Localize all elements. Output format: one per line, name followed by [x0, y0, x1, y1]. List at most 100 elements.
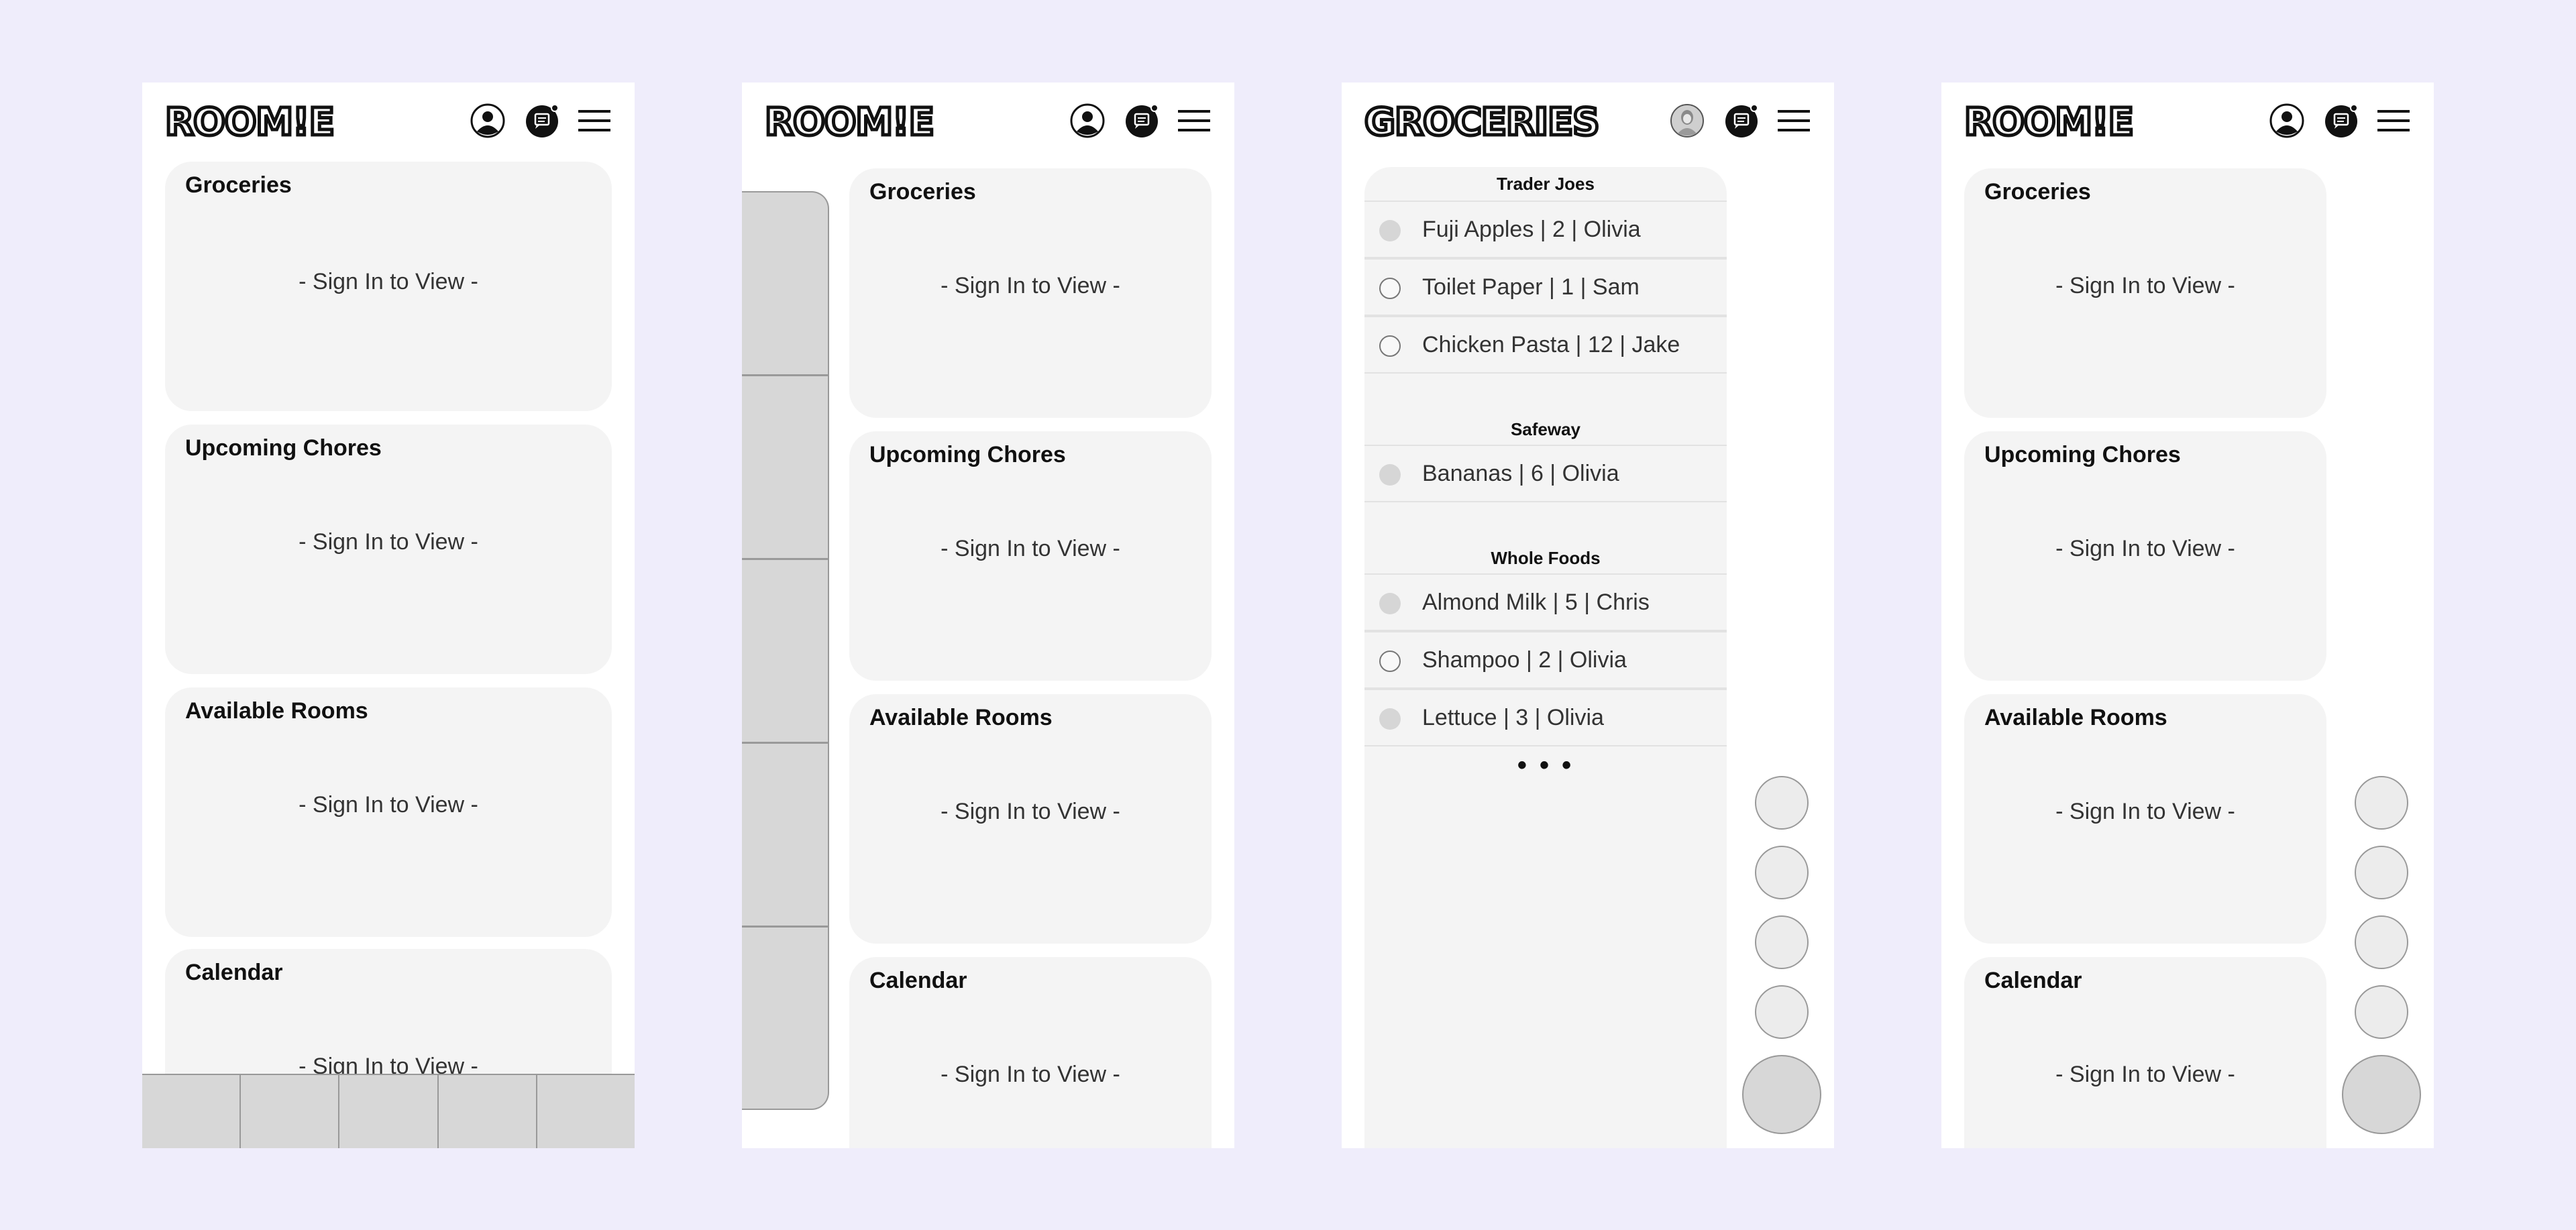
sign-in-message: - Sign In to View -: [2055, 536, 2235, 561]
sign-in-message: - Sign In to View -: [941, 273, 1120, 298]
grocery-item-text: Lettuce | 3 | Olivia: [1422, 705, 1604, 730]
drawer-item[interactable]: [742, 560, 828, 744]
sign-in-message: - Sign In to View -: [2055, 799, 2235, 824]
card-title: Upcoming Chores: [185, 435, 382, 461]
sign-in-message: - Sign In to View -: [2055, 1062, 2235, 1087]
card-title: Calendar: [1984, 968, 2082, 993]
check-circle-icon[interactable]: [1379, 464, 1401, 486]
card-title: Calendar: [185, 960, 283, 985]
action-button[interactable]: [2355, 985, 2408, 1039]
grocery-item[interactable]: Lettuce | 3 | Olivia: [1364, 689, 1727, 746]
app-logo: ROOM!E: [164, 99, 337, 146]
bottom-nav-bar: [142, 1074, 635, 1148]
screen-1: ROOM!E Groceries - Sign In to View - Upc…: [142, 82, 635, 1148]
menu-icon[interactable]: [577, 103, 613, 139]
card-title: Calendar: [869, 968, 967, 993]
menu-icon[interactable]: [2376, 103, 2412, 139]
main-action-button[interactable]: [2342, 1055, 2421, 1134]
rooms-card[interactable]: Available Rooms - Sign In to View -: [1964, 694, 2326, 944]
header: ROOM!E: [142, 82, 635, 156]
nav-tab[interactable]: [339, 1075, 439, 1148]
grocery-item[interactable]: Shampoo | 2 | Olivia: [1364, 631, 1727, 689]
action-button[interactable]: [1755, 915, 1809, 969]
calendar-card[interactable]: Calendar - Sign In to View -: [1964, 957, 2326, 1148]
sign-in-message: - Sign In to View -: [941, 1062, 1120, 1087]
action-button[interactable]: [2355, 846, 2408, 899]
menu-icon[interactable]: [1776, 103, 1813, 139]
groceries-card[interactable]: Groceries - Sign In to View -: [1964, 168, 2326, 418]
more-items-indicator[interactable]: • • •: [1364, 750, 1727, 781]
grocery-item-text: Almond Milk | 5 | Chris: [1422, 590, 1650, 615]
main-action-button[interactable]: [1742, 1055, 1821, 1134]
card-title: Groceries: [1984, 179, 2091, 205]
messages-icon[interactable]: [525, 103, 561, 139]
header: ROOM!E: [742, 82, 1234, 156]
sign-in-message: - Sign In to View -: [2055, 273, 2235, 298]
check-circle-icon[interactable]: [1379, 708, 1401, 730]
sign-in-message: - Sign In to View -: [941, 799, 1120, 824]
screen-3-groceries: GROCERIES Trader Joes Fuji Apples | 2 | …: [1342, 82, 1834, 1148]
grocery-item-text: Bananas | 6 | Olivia: [1422, 461, 1619, 486]
card-title: Groceries: [869, 179, 976, 205]
menu-icon[interactable]: [1177, 103, 1213, 139]
grocery-item[interactable]: Toilet Paper | 1 | Sam: [1364, 258, 1727, 316]
screen-2: ROOM!E Groceries - Sign In to View - Upc…: [742, 82, 1234, 1148]
grocery-item[interactable]: Chicken Pasta | 12 | Jake: [1364, 316, 1727, 374]
check-circle-icon[interactable]: [1379, 335, 1401, 357]
chores-card[interactable]: Upcoming Chores - Sign In to View -: [849, 431, 1212, 681]
card-title: Groceries: [185, 172, 292, 198]
action-button[interactable]: [1755, 776, 1809, 830]
messages-icon[interactable]: [2324, 103, 2360, 139]
groceries-card[interactable]: Groceries - Sign In to View -: [849, 168, 1212, 418]
action-button[interactable]: [2355, 776, 2408, 830]
sign-in-message: - Sign In to View -: [299, 529, 478, 555]
profile-icon[interactable]: [1069, 103, 1106, 139]
grocery-item-text: Shampoo | 2 | Olivia: [1422, 647, 1627, 673]
side-drawer: [742, 191, 829, 1110]
action-button[interactable]: [1755, 985, 1809, 1039]
grocery-item[interactable]: Bananas | 6 | Olivia: [1364, 445, 1727, 502]
drawer-item[interactable]: [742, 192, 828, 376]
drawer-item[interactable]: [742, 928, 828, 1109]
messages-icon[interactable]: [1724, 103, 1760, 139]
app-logo: ROOM!E: [763, 99, 936, 146]
grocery-item-text: Fuji Apples | 2 | Olivia: [1422, 217, 1641, 242]
nav-tab[interactable]: [241, 1075, 340, 1148]
profile-icon[interactable]: [2269, 103, 2305, 139]
chores-card[interactable]: Upcoming Chores - Sign In to View -: [165, 425, 612, 674]
drawer-item[interactable]: [742, 376, 828, 560]
card-title: Available Rooms: [1984, 705, 2167, 730]
check-circle-icon[interactable]: [1379, 651, 1401, 672]
profile-icon[interactable]: [470, 103, 506, 139]
sign-in-message: - Sign In to View -: [941, 536, 1120, 561]
app-logo: ROOM!E: [1963, 99, 2136, 146]
sign-in-message: - Sign In to View -: [299, 269, 478, 294]
sign-in-message: - Sign In to View -: [299, 792, 478, 818]
screen-4: ROOM!E Groceries - Sign In to View - Upc…: [1941, 82, 2434, 1148]
calendar-card[interactable]: Calendar - Sign In to View -: [849, 957, 1212, 1148]
header: GROCERIES: [1342, 82, 1834, 156]
action-button[interactable]: [1755, 846, 1809, 899]
check-circle-icon[interactable]: [1379, 220, 1401, 241]
nav-tab[interactable]: [142, 1075, 241, 1148]
card-title: Upcoming Chores: [1984, 442, 2181, 467]
check-circle-icon[interactable]: [1379, 593, 1401, 614]
nav-tab[interactable]: [537, 1075, 635, 1148]
action-button[interactable]: [2355, 915, 2408, 969]
user-photo-avatar-icon[interactable]: [1669, 103, 1705, 139]
check-circle-icon[interactable]: [1379, 278, 1401, 299]
drawer-item[interactable]: [742, 744, 828, 928]
chores-card[interactable]: Upcoming Chores - Sign In to View -: [1964, 431, 2326, 681]
messages-icon[interactable]: [1124, 103, 1161, 139]
card-title: Upcoming Chores: [869, 442, 1066, 467]
store-heading: Safeway: [1510, 419, 1581, 439]
nav-tab[interactable]: [438, 1075, 537, 1148]
card-title: Available Rooms: [185, 698, 368, 724]
grocery-item[interactable]: Fuji Apples | 2 | Olivia: [1364, 201, 1727, 258]
groceries-card[interactable]: Groceries - Sign In to View -: [165, 162, 612, 411]
rooms-card[interactable]: Available Rooms - Sign In to View -: [165, 687, 612, 937]
grocery-item[interactable]: Almond Milk | 5 | Chris: [1364, 573, 1727, 631]
grocery-list-panel: Trader Joes Fuji Apples | 2 | Olivia Toi…: [1364, 167, 1727, 1148]
page-title: GROCERIES: [1363, 99, 1602, 146]
rooms-card[interactable]: Available Rooms - Sign In to View -: [849, 694, 1212, 944]
